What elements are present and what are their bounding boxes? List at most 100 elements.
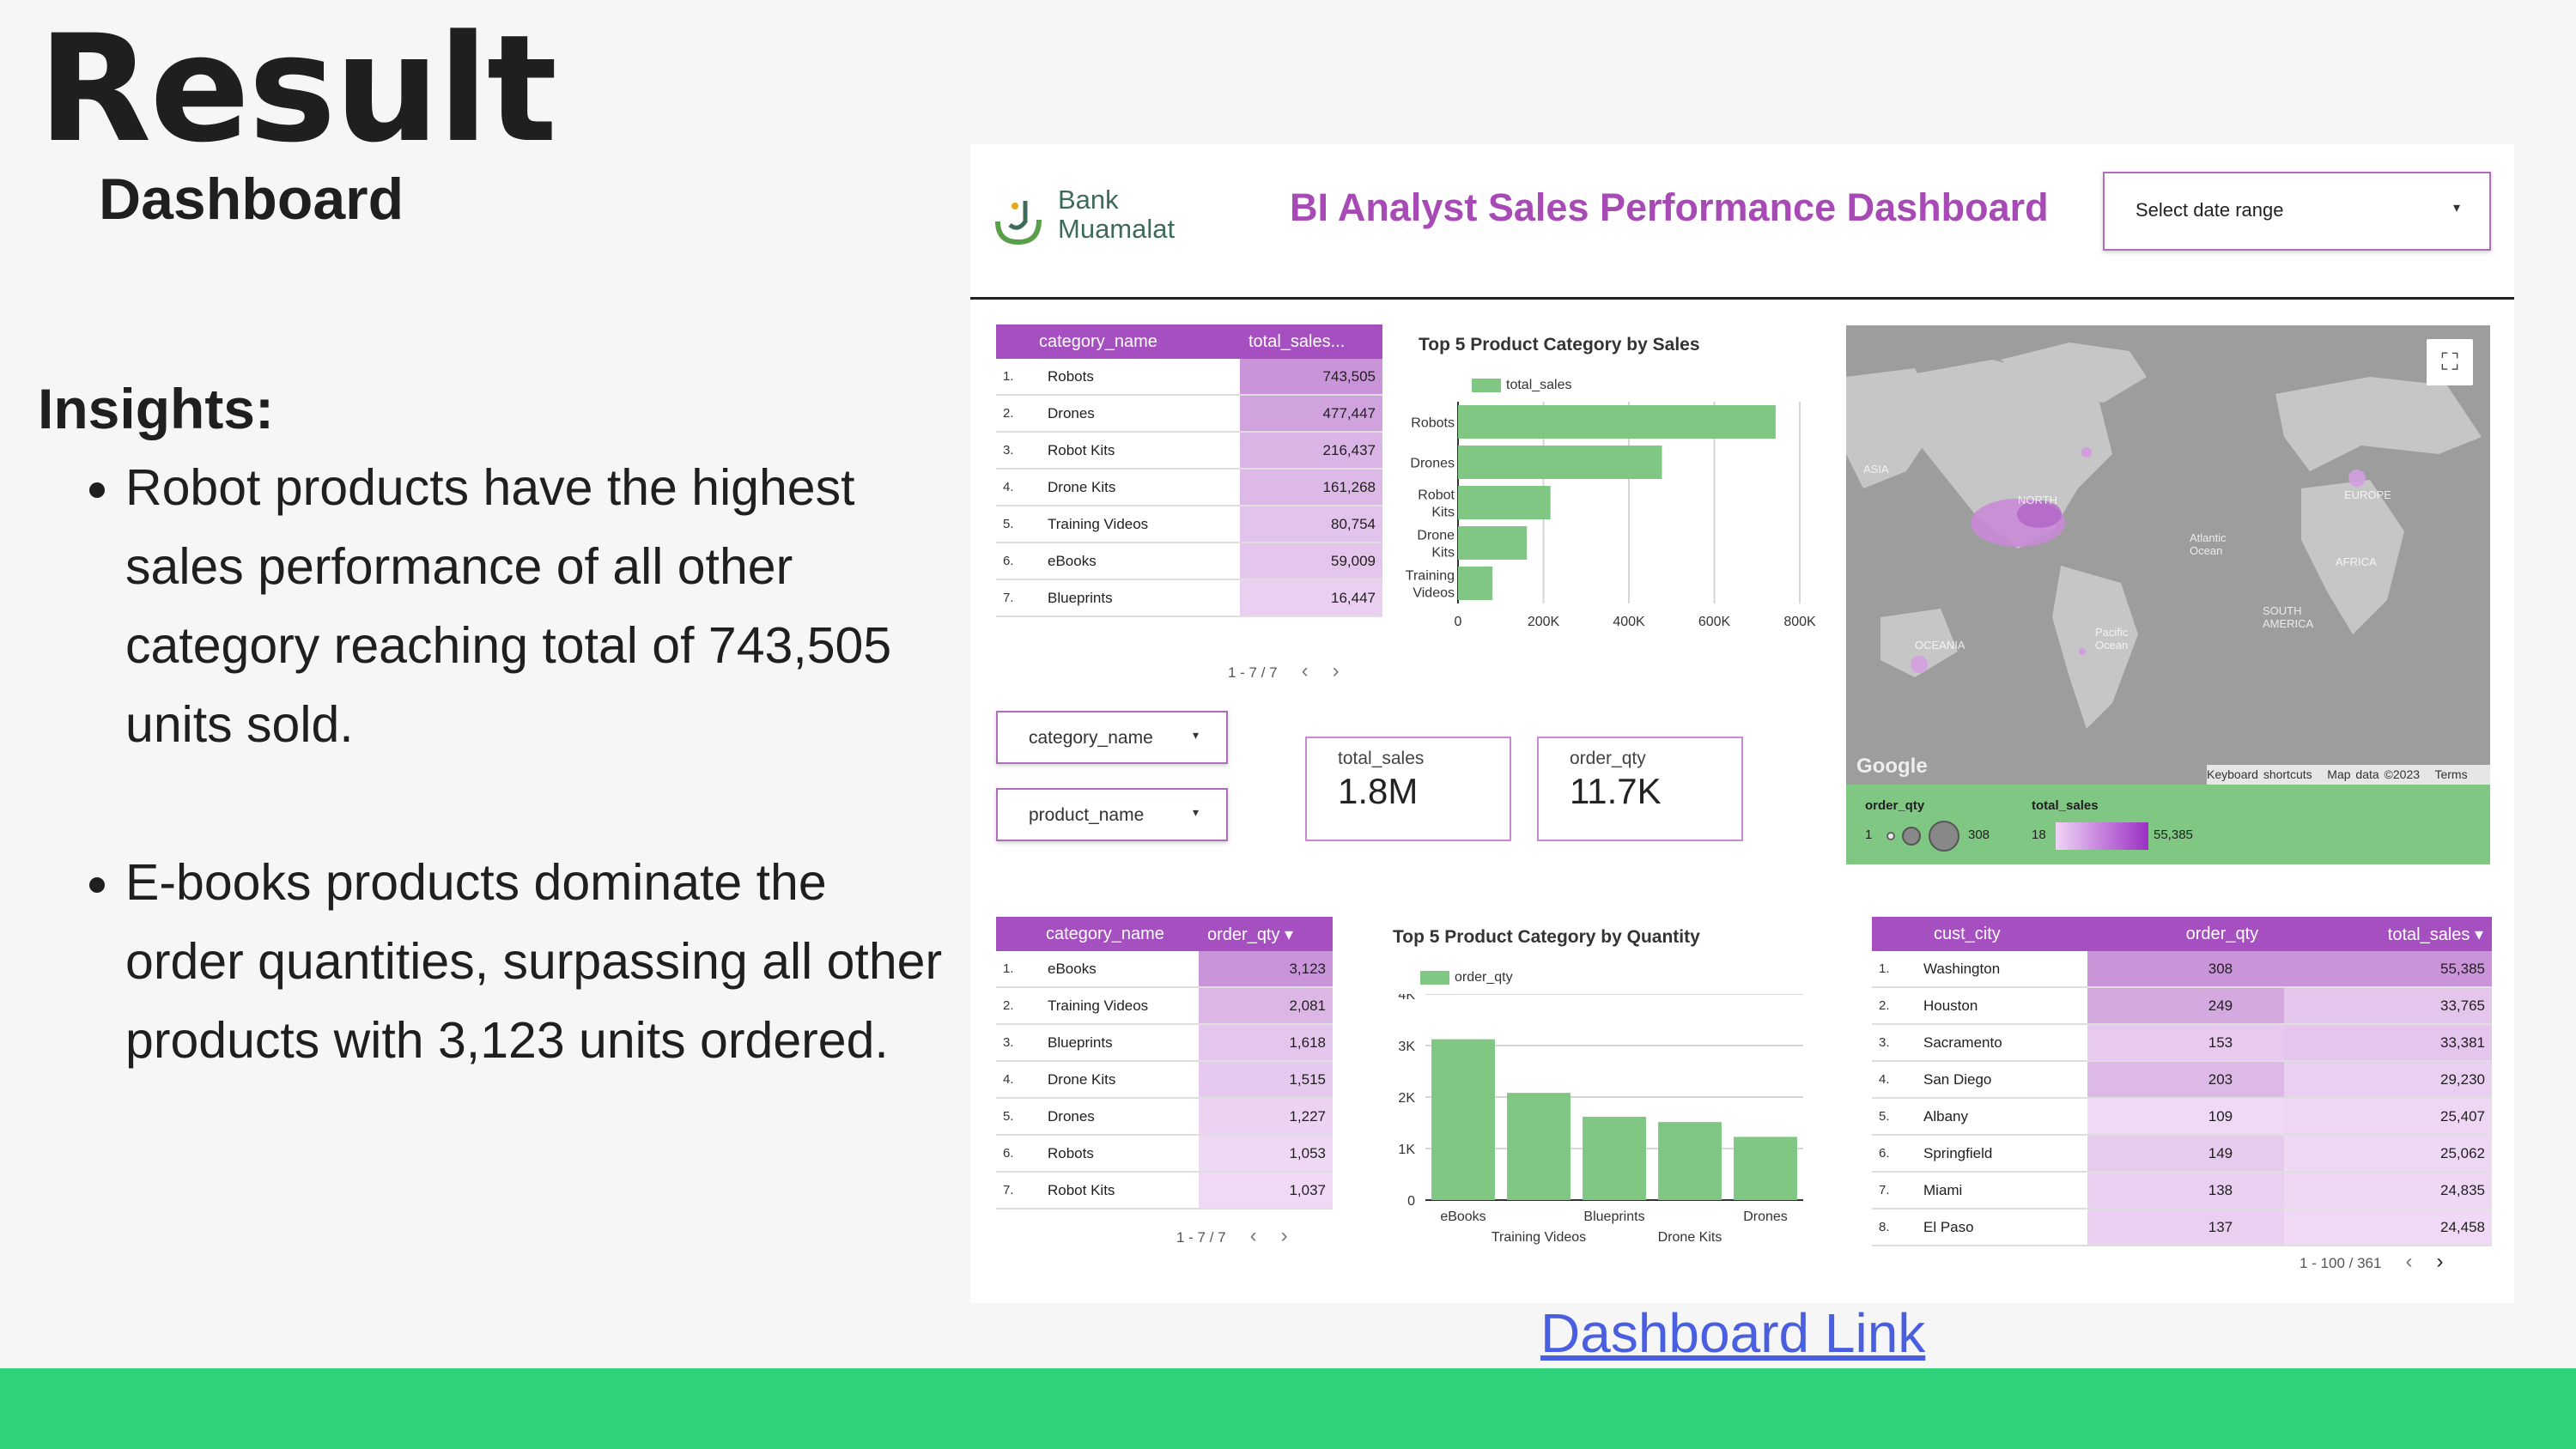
category-label: eBooks	[1440, 1210, 1485, 1224]
row-number: 6.	[996, 1135, 1041, 1173]
insight-item: E-books products dominate the order quan…	[125, 843, 950, 1080]
category-cell: Drone Kits	[1041, 1061, 1199, 1099]
next-page-icon[interactable]: ›	[2436, 1250, 2443, 1273]
map-label: Pacific Ocean	[2095, 626, 2129, 652]
legend-sales-min: 18	[2032, 828, 2046, 842]
table-row: 7. Robot Kits 1,037	[996, 1172, 1333, 1210]
sales-table-pager: 1 - 7 / 7 ‹ ›	[1228, 659, 1340, 683]
bar	[1458, 405, 1776, 439]
fullscreen-icon[interactable]: ⛶	[2427, 339, 2473, 385]
map-label: ASIA	[1863, 463, 1889, 476]
tick-label: 1K	[1398, 1143, 1415, 1157]
column-header[interactable]: order_qty	[2087, 917, 2285, 951]
map-footer-item[interactable]: Terms	[2434, 767, 2467, 781]
city-cell: Houston	[1917, 987, 2087, 1025]
map-label: Atlantic Ocean	[2190, 531, 2227, 557]
legend-size-circles	[1886, 821, 1959, 852]
column-header[interactable]: total_sales...	[1240, 324, 1382, 359]
map-attribution: Keyboard shortcuts Map data ©2023 Terms	[2207, 765, 2490, 785]
table-row: 1. Robots 743,505	[996, 359, 1382, 396]
city-cell: Washington	[1917, 951, 2087, 988]
table-row: 4. San Diego 203 29,230	[1872, 1061, 2492, 1099]
category-cell: Blueprints	[1041, 1024, 1199, 1062]
row-number: 6.	[1872, 1135, 1917, 1173]
qty-cell: 308	[2087, 951, 2285, 988]
legend-sales-label: total_sales	[2032, 798, 2099, 813]
order-qty-scorecard: order_qty 11.7K	[1537, 737, 1743, 841]
tick-label: 0	[1455, 615, 1462, 629]
table-row: 2. Drones 477,447	[996, 395, 1382, 433]
sales-map[interactable]: ASIA NORTH EUROPE AFRICA SOUTH AMERICA O…	[1846, 325, 2490, 785]
next-page-icon[interactable]: ›	[1333, 659, 1340, 682]
legend-qty-max: 308	[1968, 828, 1990, 842]
scorecard-label: order_qty	[1570, 749, 1646, 768]
map-legend: order_qty 1 308 total_sales 18 55,385	[1846, 785, 2490, 864]
table-row: 3. Robot Kits 216,437	[996, 432, 1382, 470]
qty-cell: 109	[2087, 1098, 2285, 1136]
column-header[interactable]: cust_city	[1872, 917, 2087, 951]
row-number: 3.	[996, 432, 1041, 470]
category-label: Robots	[1411, 416, 1455, 431]
table-row: 4. Drone Kits 161,268	[996, 469, 1382, 506]
bar	[1583, 1116, 1646, 1200]
dashboard-link[interactable]: Dashboard Link	[1540, 1301, 1925, 1365]
bank-logo-text: Bank Muamalat	[1058, 185, 1175, 244]
table-row: 7. Miami 138 24,835	[1872, 1172, 2492, 1210]
prev-page-icon[interactable]: ‹	[1302, 659, 1309, 682]
sales-cell: 29,230	[2284, 1061, 2492, 1099]
bank-logo-icon	[995, 201, 1042, 246]
table-row: 5. Albany 109 25,407	[1872, 1098, 2492, 1136]
map-footer-item[interactable]: Keyboard shortcuts	[2207, 767, 2312, 781]
value-cell: 1,618	[1199, 1024, 1333, 1062]
sales-cell: 55,385	[2284, 951, 2492, 988]
category-cell: eBooks	[1041, 951, 1199, 988]
value-cell: 1,037	[1199, 1172, 1333, 1210]
row-number: 8.	[1872, 1209, 1917, 1246]
column-header[interactable]: order_qty ▾	[1199, 917, 1333, 951]
sales-by-category-table: category_name total_sales... 1. Robots 743…	[996, 324, 1382, 617]
city-cell: Sacramento	[1917, 1024, 2087, 1062]
tick-label: 600K	[1698, 615, 1731, 629]
dashboard-title: BI Analyst Sales Performance Dashboard	[1290, 185, 2049, 229]
legend-qty-label: order_qty	[1865, 798, 1925, 813]
legend-color-gradient	[2056, 822, 2148, 850]
row-number: 7.	[1872, 1172, 1917, 1210]
table-row: 6. Springfield 149 25,062	[1872, 1135, 2492, 1173]
row-number: 2.	[1872, 987, 1917, 1025]
table-row: 6. Robots 1,053	[996, 1135, 1333, 1173]
column-header[interactable]: total_sales ▾	[2284, 917, 2492, 951]
category-filter[interactable]: category_name ▾	[996, 711, 1228, 764]
row-number: 7.	[996, 1172, 1041, 1210]
dropdown-arrow-icon: ▾	[2452, 201, 2460, 215]
insights-heading: Insights:	[38, 377, 274, 440]
product-filter[interactable]: product_name ▾	[996, 788, 1228, 841]
category-label: Training Videos	[1492, 1230, 1586, 1245]
category-cell: Robots	[1041, 1135, 1199, 1173]
prev-page-icon[interactable]: ‹	[2405, 1250, 2412, 1273]
scorecard-value: 11.7K	[1570, 771, 1662, 811]
table-row: 1. eBooks 3,123	[996, 951, 1333, 988]
city-sales-table: cust_city order_qty total_sales ▾ 1. Wash…	[1872, 917, 2492, 1246]
category-cell: eBooks	[1041, 543, 1240, 580]
column-header[interactable]: category_name	[996, 324, 1240, 359]
page-subtitle: Dashboard	[99, 167, 404, 232]
row-number: 5.	[996, 506, 1041, 543]
insight-item: Robot products have the highest sales pe…	[125, 448, 950, 764]
map-footer-item: Map data ©2023	[2327, 767, 2421, 781]
table-row: 2. Houston 249 33,765	[1872, 987, 2492, 1025]
next-page-icon[interactable]: ›	[1281, 1224, 1288, 1247]
row-number: 4.	[996, 469, 1041, 506]
chart-title: Top 5 Product Category by Quantity	[1393, 927, 1700, 947]
bar	[1458, 446, 1662, 479]
tick-label: 0	[1407, 1194, 1415, 1209]
qty-cell: 137	[2087, 1209, 2285, 1246]
bar	[1431, 1039, 1495, 1200]
category-label: Kits	[1431, 506, 1455, 520]
column-header[interactable]: category_name	[996, 917, 1199, 951]
row-number: 1.	[1872, 951, 1917, 988]
value-cell: 59,009	[1240, 543, 1382, 580]
bar	[1658, 1122, 1722, 1200]
date-range-picker[interactable]: Select date range ▾	[2103, 172, 2491, 251]
row-number: 3.	[996, 1024, 1041, 1062]
prev-page-icon[interactable]: ‹	[1250, 1224, 1257, 1247]
